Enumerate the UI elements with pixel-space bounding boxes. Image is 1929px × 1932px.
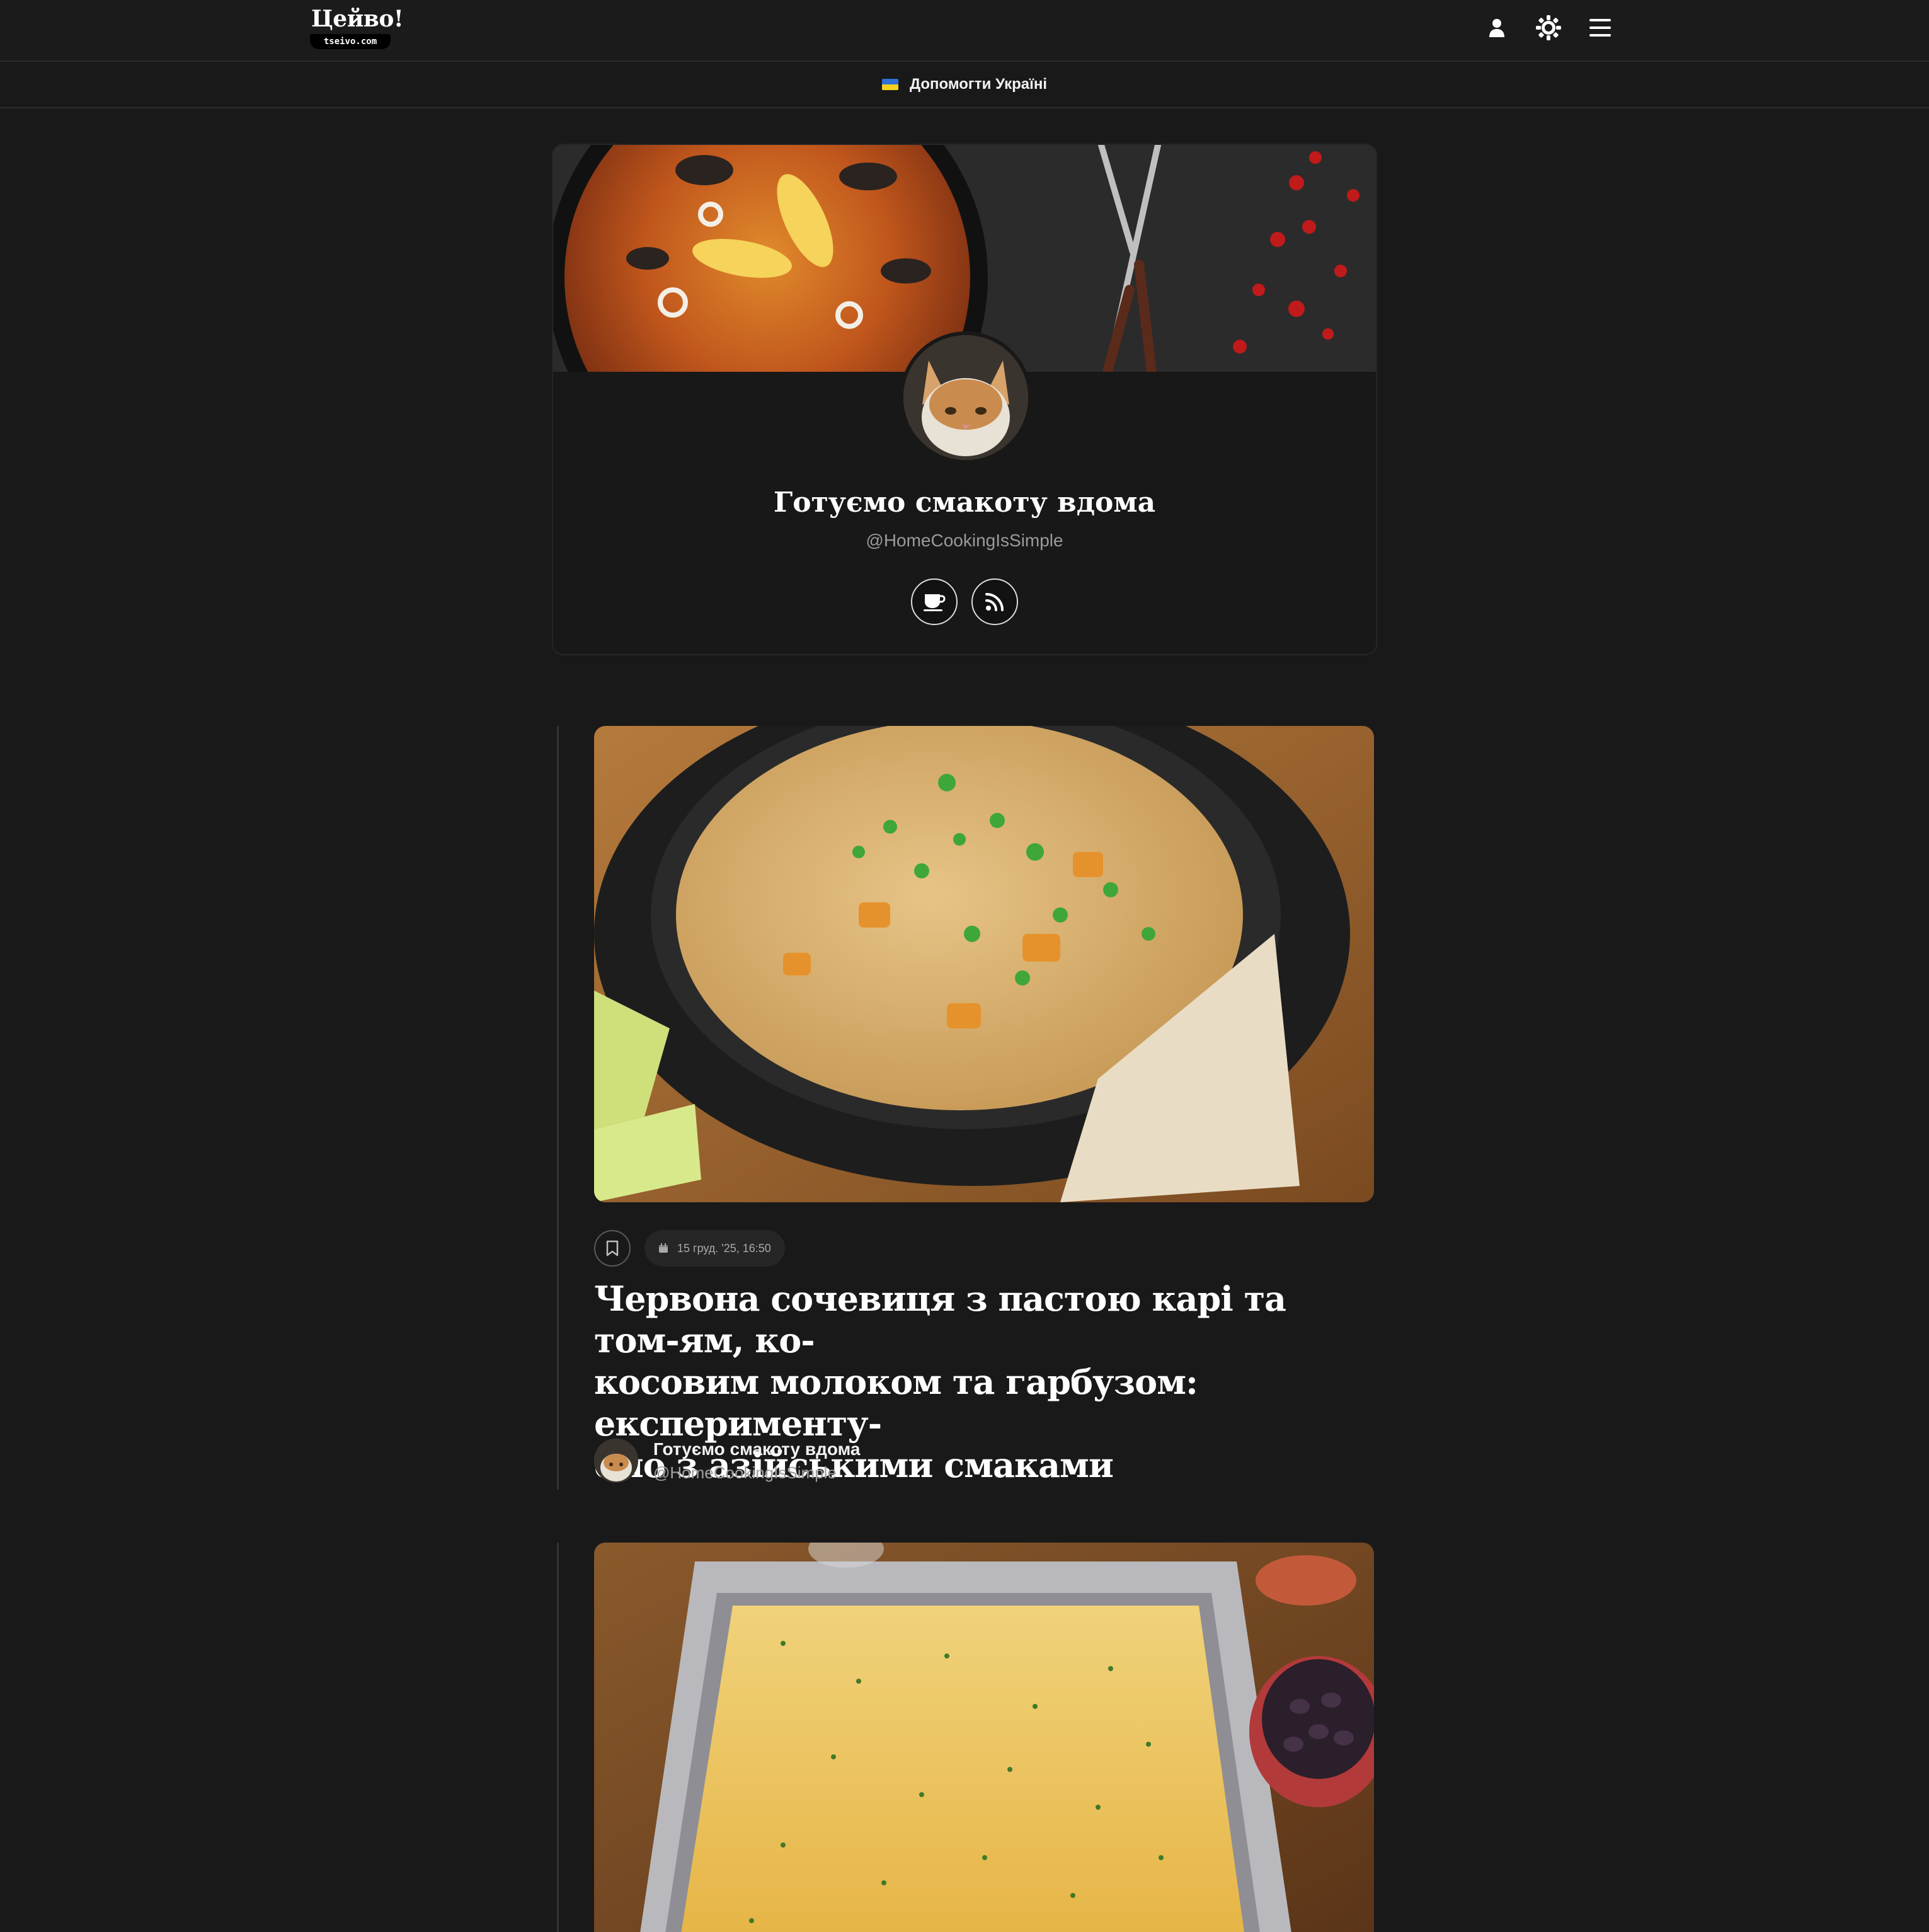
logo-text: Цейво! (311, 6, 404, 32)
logo-domain: tseivo.com (310, 34, 391, 49)
profile-avatar (900, 331, 1032, 464)
rss-button[interactable] (971, 578, 1018, 625)
post-card: 15 груд. '25, 16:50 Червона сочевиця з п… (557, 726, 1376, 1490)
post-image[interactable] (594, 1543, 1374, 1932)
bookmark-button[interactable] (594, 1230, 631, 1267)
coffee-button[interactable] (911, 578, 958, 625)
author-avatar (594, 1439, 638, 1483)
post-card (557, 1543, 1376, 1932)
profile-actions (553, 578, 1376, 625)
post-title-line: косовим молоком та гарбузом: експеримент… (594, 1362, 1198, 1444)
top-navigation-bar: Цейво! tseivo.com (0, 0, 1929, 62)
rss-icon (985, 593, 1004, 611)
post-image[interactable] (594, 726, 1374, 1202)
user-icon[interactable] (1479, 10, 1514, 45)
profile-card: Готуємо смакоту вдома @HomeCookingIsSimp… (552, 144, 1377, 655)
post-date: 15 груд. '25, 16:50 (677, 1241, 771, 1255)
author-name: Готуємо смакоту вдома (653, 1439, 861, 1459)
sun-icon[interactable] (1531, 10, 1566, 45)
support-ukraine-bar: Допомогти Україні (0, 62, 1929, 108)
post-title-line: Червона сочевиця з пастою карі та том-ям… (594, 1279, 1286, 1360)
post-meta: 15 груд. '25, 16:50 (594, 1230, 785, 1267)
bookmark-icon (606, 1240, 619, 1256)
menu-icon[interactable] (1583, 10, 1618, 45)
ukraine-flag-icon (881, 79, 898, 90)
date-badge: 15 груд. '25, 16:50 (644, 1230, 785, 1267)
post-author[interactable]: Готуємо смакоту вдома @HomeCookingIsSimp… (594, 1435, 861, 1486)
coffee-icon (924, 594, 946, 611)
profile-name: Готуємо смакоту вдома (773, 486, 1156, 519)
author-handle: @HomeCookingIsSimple (653, 1463, 837, 1482)
calendar-icon (659, 1243, 668, 1253)
profile-handle: @HomeCookingIsSimple (866, 531, 1063, 550)
support-ukraine-label: Допомогти Україні (909, 76, 1048, 93)
author-info: Готуємо смакоту вдома @HomeCookingIsSimp… (653, 1437, 861, 1484)
site-logo[interactable]: Цейво! tseivo.com (310, 5, 404, 49)
support-ukraine-link[interactable]: Допомогти Україні (881, 76, 1048, 93)
